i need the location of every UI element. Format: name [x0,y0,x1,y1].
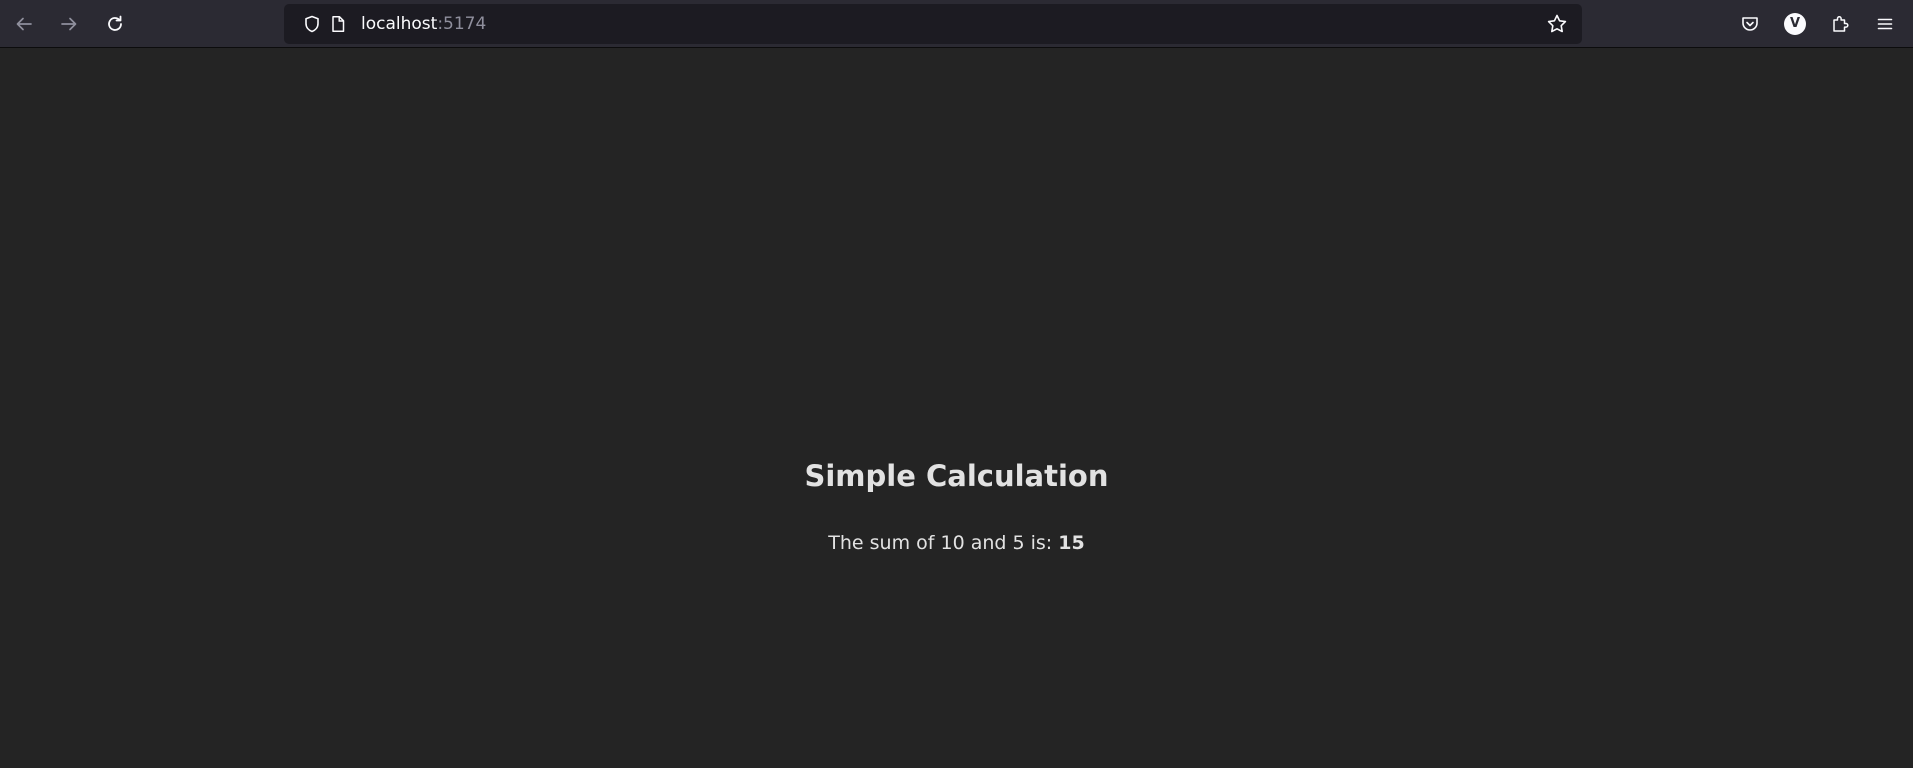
menu-button[interactable] [1869,8,1901,40]
calculation-result-text: The sum of 10 and 5 is: 15 [0,532,1913,554]
bookmark-button[interactable] [1541,8,1573,40]
url-text[interactable]: localhost:5174 [361,4,486,44]
page-title: Simple Calculation [804,459,1109,493]
shield-icon [302,14,322,34]
site-info-button[interactable] [322,8,354,40]
extensions-button[interactable] [1824,8,1856,40]
puzzle-icon [1830,14,1850,34]
calculation-sentence: The sum of 10 and 5 is: [828,532,1059,554]
forward-button[interactable] [53,8,85,40]
pocket-icon [1740,14,1760,34]
account-button[interactable]: V [1779,8,1811,40]
reload-button[interactable] [99,8,131,40]
browser-toolbar: localhost:5174 V [0,0,1913,48]
url-port: :5174 [437,14,487,34]
page-icon [329,15,347,33]
pocket-button[interactable] [1734,8,1766,40]
back-button[interactable] [8,8,40,40]
arrow-left-icon [14,14,34,34]
page-content: Simple Calculation The sum of 10 and 5 i… [0,48,1913,768]
url-host: localhost [361,14,438,34]
star-icon [1546,13,1568,35]
arrow-right-icon [59,14,79,34]
calculation-result-value: 15 [1058,532,1085,554]
hamburger-icon [1876,15,1894,33]
reload-icon [105,14,125,34]
avatar: V [1784,13,1806,35]
address-bar[interactable]: localhost:5174 [284,4,1582,44]
